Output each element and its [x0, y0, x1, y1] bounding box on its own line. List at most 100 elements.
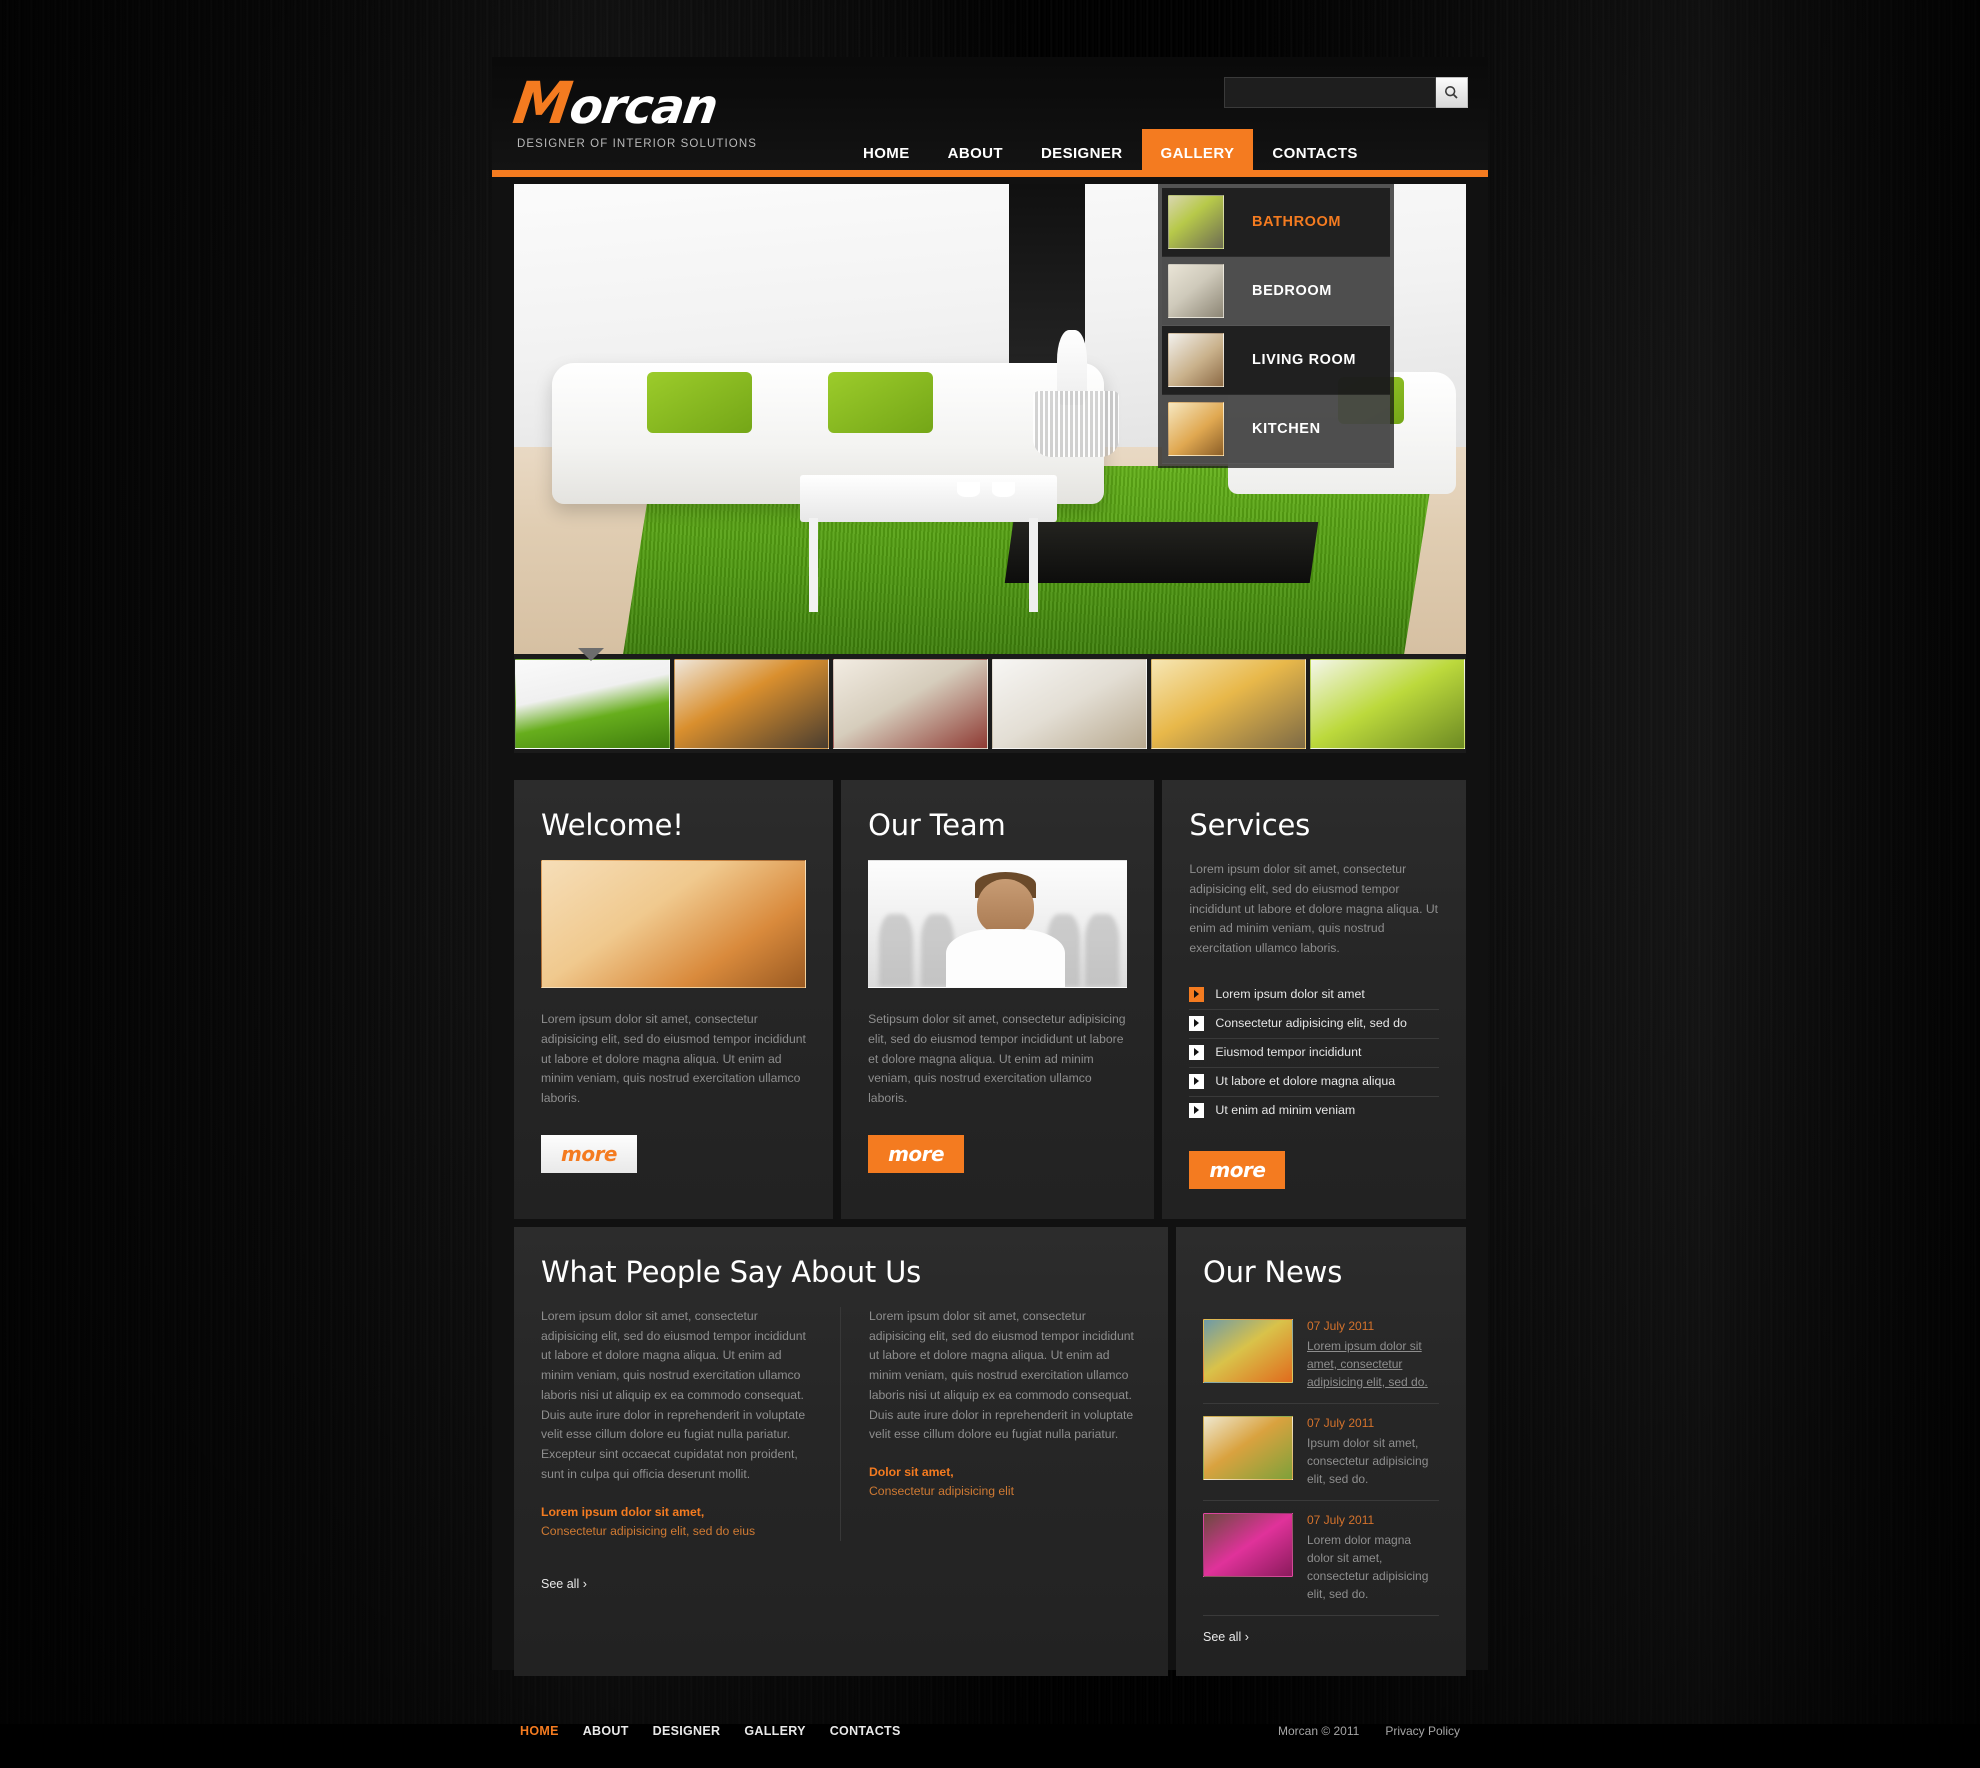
service-label: Ut enim ad minim veniam: [1215, 1103, 1355, 1117]
news-date: 07 July 2011: [1307, 1416, 1439, 1430]
logo-rest: orcan: [566, 79, 721, 135]
service-list-item[interactable]: Consectetur adipisicing elit, sed do: [1189, 1010, 1439, 1039]
service-label: Consectetur adipisicing elit, sed do: [1215, 1016, 1406, 1030]
team-text: Setipsum dolor sit amet, consectetur adi…: [868, 1010, 1127, 1109]
gallery-category-kitchen[interactable]: KITCHEN: [1162, 395, 1390, 464]
news-thumbnail: [1203, 1513, 1293, 1577]
site-header: Morcan DESIGNER OF INTERIOR SOLUTIONS HO…: [492, 57, 1488, 177]
footer-navigation: HOME ABOUT DESIGNER GALLERY CONTACTS: [520, 1724, 901, 1738]
category-label: KITCHEN: [1252, 421, 1321, 437]
news-date: 07 July 2011: [1307, 1319, 1439, 1333]
testimonial-item: Lorem ipsum dolor sit amet, consectetur …: [541, 1307, 841, 1541]
footer-link-gallery[interactable]: GALLERY: [744, 1724, 805, 1738]
services-list: Lorem ipsum dolor sit amet Consectetur a…: [1189, 981, 1439, 1125]
category-label: BEDROOM: [1252, 283, 1332, 299]
service-list-item[interactable]: Ut enim ad minim veniam: [1189, 1097, 1439, 1125]
arrow-right-icon: [1189, 987, 1204, 1002]
site-footer: HOME ABOUT DESIGNER GALLERY CONTACTS Mor…: [492, 1702, 1488, 1768]
testimonial-item: Lorem ipsum dolor sit amet, consectetur …: [869, 1307, 1141, 1541]
team-title: Our Team: [868, 808, 1127, 842]
gallery-thumbnail-4[interactable]: [992, 659, 1147, 749]
category-thumbnail-living-room: [1168, 333, 1224, 387]
gallery-thumbnail-5[interactable]: [1151, 659, 1306, 749]
bottom-panels-row: What People Say About Us Lorem ipsum dol…: [514, 1227, 1466, 1676]
nav-accent-bar: [492, 170, 1488, 177]
service-list-item[interactable]: Eiusmod tempor incididunt: [1189, 1039, 1439, 1068]
gallery-thumbnail-2[interactable]: [674, 659, 829, 749]
gallery-thumbnail-3[interactable]: [833, 659, 988, 749]
footer-meta: Morcan © 2011 Privacy Policy: [1278, 1724, 1460, 1738]
welcome-text: Lorem ipsum dolor sit amet, consectetur …: [541, 1010, 806, 1109]
news-list-item[interactable]: 07 July 2011 Lorem dolor magna dolor sit…: [1203, 1501, 1439, 1616]
news-list-item[interactable]: 07 July 2011 Lorem ipsum dolor sit amet,…: [1203, 1307, 1439, 1404]
team-more-button[interactable]: more: [868, 1135, 964, 1173]
search-icon: [1444, 85, 1459, 100]
testimonial-author: Lorem ipsum dolor sit amet,: [541, 1503, 812, 1522]
welcome-title: Welcome!: [541, 808, 806, 842]
feature-panels-row: Welcome! Lorem ipsum dolor sit amet, con…: [514, 780, 1466, 1219]
testimonials-title: What People Say About Us: [541, 1255, 1141, 1289]
service-list-item[interactable]: Lorem ipsum dolor sit amet: [1189, 981, 1439, 1010]
news-title: Our News: [1203, 1255, 1439, 1289]
welcome-more-button[interactable]: more: [541, 1135, 637, 1173]
news-link[interactable]: Lorem dolor magna dolor sit amet, consec…: [1307, 1531, 1439, 1603]
gallery-category-menu: BATHROOM BEDROOM LIVING ROOM KITCHEN: [1158, 184, 1394, 468]
footer-link-contacts[interactable]: CONTACTS: [830, 1724, 901, 1738]
search-button[interactable]: [1436, 77, 1468, 108]
footer-link-designer[interactable]: DESIGNER: [653, 1724, 721, 1738]
search-input[interactable]: [1224, 77, 1436, 108]
logo-tagline: DESIGNER OF INTERIOR SOLUTIONS: [517, 138, 757, 150]
arrow-right-icon: [1189, 1074, 1204, 1089]
logo[interactable]: Morcan DESIGNER OF INTERIOR SOLUTIONS: [514, 74, 757, 150]
footer-link-home[interactable]: HOME: [520, 1724, 559, 1738]
services-more-button[interactable]: more: [1189, 1151, 1285, 1189]
selected-thumbnail-pointer-icon: [578, 648, 604, 661]
gallery-category-bathroom[interactable]: BATHROOM: [1162, 188, 1390, 257]
services-panel: Services Lorem ipsum dolor sit amet, con…: [1162, 780, 1466, 1219]
gallery-category-bedroom[interactable]: BEDROOM: [1162, 257, 1390, 326]
arrow-right-icon: [1189, 1045, 1204, 1060]
arrow-right-icon: [1189, 1016, 1204, 1031]
testimonials-panel: What People Say About Us Lorem ipsum dol…: [514, 1227, 1168, 1676]
service-label: Lorem ipsum dolor sit amet: [1215, 987, 1364, 1001]
testimonial-attribution: Lorem ipsum dolor sit amet, Consectetur …: [541, 1503, 812, 1541]
privacy-policy-link[interactable]: Privacy Policy: [1385, 1724, 1460, 1738]
gallery-hero: BATHROOM BEDROOM LIVING ROOM KITCHEN: [514, 184, 1466, 654]
category-thumbnail-bedroom: [1168, 264, 1224, 318]
footer-link-about[interactable]: ABOUT: [583, 1724, 629, 1738]
welcome-panel: Welcome! Lorem ipsum dolor sit amet, con…: [514, 780, 833, 1219]
news-link[interactable]: Ipsum dolor sit amet, consectetur adipis…: [1307, 1434, 1439, 1488]
gallery-thumbnail-strip: [514, 654, 1466, 753]
category-label: BATHROOM: [1252, 214, 1341, 230]
news-list-item[interactable]: 07 July 2011 Ipsum dolor sit amet, conse…: [1203, 1404, 1439, 1501]
testimonials-see-all-link[interactable]: See all ›: [541, 1577, 587, 1591]
gallery-thumbnail-6[interactable]: [1310, 659, 1465, 749]
news-thumbnail: [1203, 1416, 1293, 1480]
news-see-all-link[interactable]: See all ›: [1203, 1630, 1249, 1644]
logo-text: Morcan: [510, 74, 761, 132]
category-label: LIVING ROOM: [1252, 352, 1356, 368]
testimonials-columns: Lorem ipsum dolor sit amet, consectetur …: [541, 1307, 1141, 1541]
search-box: [1224, 77, 1468, 108]
testimonial-role: Consectetur adipisicing elit: [869, 1482, 1141, 1501]
news-thumbnail: [1203, 1319, 1293, 1383]
category-thumbnail-bathroom: [1168, 195, 1224, 249]
team-panel: Our Team Setipsum dolor sit amet, consec…: [841, 780, 1154, 1219]
testimonial-attribution: Dolor sit amet, Consectetur adipisicing …: [869, 1463, 1141, 1501]
gallery-category-living-room[interactable]: LIVING ROOM: [1162, 326, 1390, 395]
copyright-text: Morcan © 2011: [1278, 1724, 1359, 1738]
service-list-item[interactable]: Ut labore et dolore magna aliqua: [1189, 1068, 1439, 1097]
team-image: [868, 860, 1127, 988]
services-text: Lorem ipsum dolor sit amet, consectetur …: [1189, 860, 1439, 959]
testimonial-author: Dolor sit amet,: [869, 1463, 1141, 1482]
gallery-thumbnail-1[interactable]: [515, 659, 670, 749]
category-thumbnail-kitchen: [1168, 402, 1224, 456]
news-panel: Our News 07 July 2011 Lorem ipsum dolor …: [1176, 1227, 1466, 1676]
testimonial-text: Lorem ipsum dolor sit amet, consectetur …: [869, 1307, 1141, 1445]
service-label: Eiusmod tempor incididunt: [1215, 1045, 1361, 1059]
site-container: Morcan DESIGNER OF INTERIOR SOLUTIONS HO…: [492, 57, 1488, 1670]
news-link[interactable]: Lorem ipsum dolor sit amet, consectetur …: [1307, 1337, 1439, 1391]
services-title: Services: [1189, 808, 1439, 842]
service-label: Ut labore et dolore magna aliqua: [1215, 1074, 1395, 1088]
testimonial-role: Consectetur adipisicing elit, sed do eiu…: [541, 1522, 812, 1541]
